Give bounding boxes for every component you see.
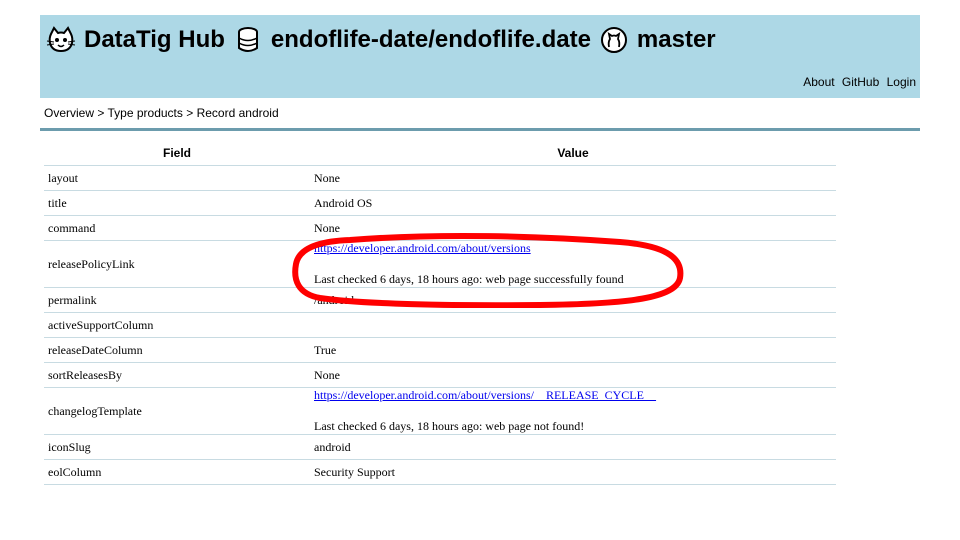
column-header-field: Field [44, 141, 310, 166]
column-header-value: Value [310, 141, 836, 166]
table-row: title Android OS [44, 191, 836, 216]
field-name: eolColumn [44, 460, 310, 485]
branch-name[interactable]: master [637, 26, 716, 54]
field-value: android [310, 435, 836, 460]
table-row: eolColumn Security Support [44, 460, 836, 485]
field-name: changelogTemplate [44, 388, 310, 435]
brand: DataTig Hub endoflife-date/endoflife.dat… [46, 25, 724, 55]
table-row: command None [44, 216, 836, 241]
field-value: None [310, 216, 836, 241]
release-policy-link[interactable]: https://developer.android.com/about/vers… [314, 241, 836, 256]
breadcrumb-current: Record android [196, 106, 279, 120]
field-value: True [310, 338, 836, 363]
database-icon [233, 25, 263, 55]
breadcrumb-separator: > [186, 106, 194, 120]
link-check-status: Last checked 6 days, 18 hours ago: web p… [314, 272, 624, 286]
table-row: releasePolicyLink https://developer.andr… [44, 241, 836, 288]
field-name: title [44, 191, 310, 216]
field-name: releasePolicyLink [44, 241, 310, 288]
breadcrumb: Overview > Type products > Record androi… [44, 106, 279, 120]
table-row: activeSupportColumn [44, 313, 836, 338]
field-name: layout [44, 166, 310, 191]
table-row: releaseDateColumn True [44, 338, 836, 363]
field-value: Security Support [310, 460, 836, 485]
link-check-status: Last checked 6 days, 18 hours ago: web p… [314, 419, 585, 433]
changelog-template-link[interactable]: https://developer.android.com/about/vers… [314, 388, 836, 403]
field-name: iconSlug [44, 435, 310, 460]
table-row: sortReleasesBy None [44, 363, 836, 388]
breadcrumb-type-link[interactable]: Type products [108, 106, 183, 120]
field-name: sortReleasesBy [44, 363, 310, 388]
cat-logo-icon [46, 25, 76, 55]
field-name: releaseDateColumn [44, 338, 310, 363]
field-name: command [44, 216, 310, 241]
record-table: Field Value layout None title Android OS… [44, 141, 836, 485]
breadcrumb-separator: > [97, 106, 105, 120]
nav-about-link[interactable]: About [803, 75, 834, 89]
field-value: https://developer.android.com/about/vers… [310, 388, 836, 435]
table-row: iconSlug android [44, 435, 836, 460]
site-header: DataTig Hub endoflife-date/endoflife.dat… [40, 15, 920, 98]
table-row: permalink /android [44, 288, 836, 313]
table-header-row: Field Value [44, 141, 836, 166]
field-name: activeSupportColumn [44, 313, 310, 338]
top-nav: About GitHub Login [799, 75, 916, 89]
field-value [310, 313, 836, 338]
header-divider [40, 128, 920, 131]
field-value: https://developer.android.com/about/vers… [310, 241, 836, 288]
repository-name[interactable]: endoflife-date/endoflife.date [271, 26, 591, 54]
field-value: None [310, 166, 836, 191]
github-icon [599, 25, 629, 55]
site-name[interactable]: DataTig Hub [84, 26, 225, 54]
field-name: permalink [44, 288, 310, 313]
table-row: layout None [44, 166, 836, 191]
field-value: Android OS [310, 191, 836, 216]
field-value: None [310, 363, 836, 388]
table-row: changelogTemplate https://developer.andr… [44, 388, 836, 435]
field-value: /android [310, 288, 836, 313]
breadcrumb-overview-link[interactable]: Overview [44, 106, 94, 120]
nav-login-link[interactable]: Login [887, 75, 916, 89]
nav-github-link[interactable]: GitHub [842, 75, 879, 89]
